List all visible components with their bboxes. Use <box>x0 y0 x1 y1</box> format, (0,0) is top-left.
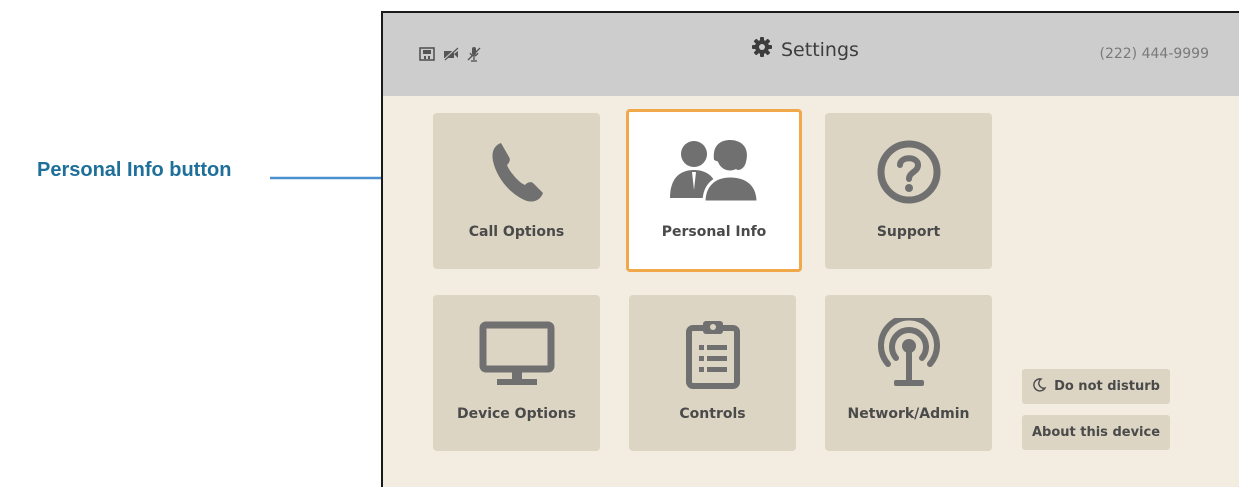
do-not-disturb-button[interactable]: Do not disturb <box>1022 369 1170 404</box>
tile-label: Personal Info <box>661 224 767 240</box>
gear-icon <box>751 36 773 63</box>
status-icons <box>419 46 481 62</box>
header-bar: Settings (222) 444-9999 <box>383 13 1239 96</box>
tile-label: Support <box>876 224 941 240</box>
do-not-disturb-label: Do not disturb <box>1054 379 1160 394</box>
controls-button[interactable]: Controls <box>629 295 796 451</box>
phone-icon <box>433 127 600 217</box>
tile-label: Network/Admin <box>847 406 970 422</box>
tile-label: Controls <box>679 406 746 422</box>
about-device-label: About this device <box>1031 425 1161 440</box>
clipboard-icon <box>629 309 796 399</box>
callout-label: Personal Info button <box>37 159 232 181</box>
moon-icon <box>1032 377 1047 396</box>
about-device-button[interactable]: About this device <box>1022 415 1170 450</box>
page-title: Settings <box>751 36 859 63</box>
personal-info-button[interactable]: Personal Info <box>626 109 802 272</box>
monitor-icon <box>433 309 600 399</box>
network-icon <box>419 47 435 61</box>
tile-label: Device Options <box>456 406 577 422</box>
mic-off-icon <box>467 46 481 62</box>
phone-number: (222) 444-9999 <box>1099 46 1210 62</box>
tile-label: Call Options <box>468 224 565 240</box>
support-button[interactable]: Support <box>825 113 992 269</box>
people-icon <box>629 126 799 216</box>
help-icon <box>825 127 992 217</box>
video-off-icon <box>443 47 459 61</box>
device-screen: Settings (222) 444-9999 Call Options Per… <box>381 11 1239 487</box>
network-admin-button[interactable]: Network/Admin <box>825 295 992 451</box>
antenna-icon <box>825 309 992 399</box>
page-title-text: Settings <box>781 38 859 61</box>
device-options-button[interactable]: Device Options <box>433 295 600 451</box>
call-options-button[interactable]: Call Options <box>433 113 600 269</box>
